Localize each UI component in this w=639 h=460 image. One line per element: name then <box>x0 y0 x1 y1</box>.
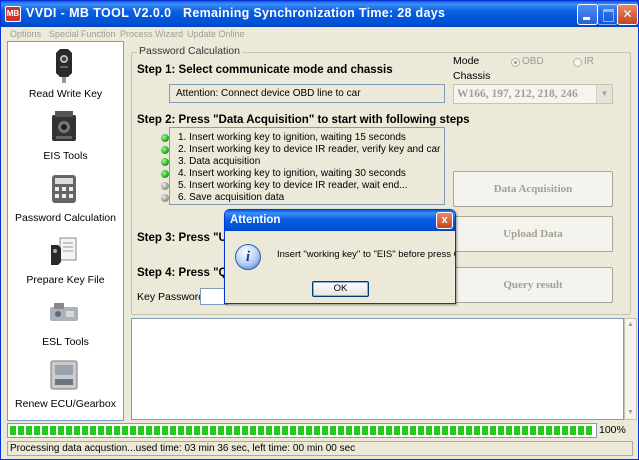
close-button[interactable]: ✕ <box>617 4 638 25</box>
chevron-down-icon: ▼ <box>596 85 612 103</box>
minimize-button[interactable] <box>577 4 598 25</box>
ecu-module-icon <box>50 360 78 390</box>
list-item: 2. Insert working key to device IR reade… <box>161 144 444 156</box>
sidebar-item-label: Prepare Key File <box>26 274 105 286</box>
step2-label: Step 2: Press "Data Acquisition" to star… <box>137 114 470 126</box>
steps-list: 1. Insert working key to ignition, waiti… <box>161 127 445 205</box>
log-textarea[interactable] <box>131 318 624 420</box>
sidebar: Read Write Key EIS Tools Password Calcul… <box>7 41 124 421</box>
dialog-close-button[interactable]: x <box>436 212 453 229</box>
menu-options[interactable]: Options <box>10 27 41 41</box>
mode-ir-label: IR <box>584 56 594 67</box>
eis-module-icon <box>52 111 76 141</box>
progress-percent: 100% <box>599 424 626 436</box>
sidebar-item-renew-ecu-gearbox[interactable]: Renew ECU/Gearbox <box>8 354 123 416</box>
step3-label: Step 3: Press "Up <box>137 232 234 244</box>
status-grey-icon <box>161 194 169 202</box>
app-icon: MB <box>5 6 21 22</box>
sidebar-item-esl-tools[interactable]: ESL Tools <box>8 292 123 354</box>
mode-obd-radio[interactable] <box>511 58 520 67</box>
close-icon: ✕ <box>622 7 633 21</box>
sidebar-item-password-calculation[interactable]: Password Calculation <box>8 168 123 230</box>
esl-lock-icon <box>50 303 78 321</box>
maximize-icon <box>598 5 617 24</box>
status-green-icon <box>161 170 169 178</box>
query-result-button[interactable]: Query result <box>453 267 613 303</box>
data-acquisition-button[interactable]: Data Acquisition <box>453 171 613 207</box>
minimize-icon <box>578 5 597 24</box>
progress-fill <box>10 426 594 435</box>
list-item: 5. Insert working key to device IR reade… <box>161 180 444 192</box>
ok-button[interactable]: OK <box>312 281 369 297</box>
sidebar-item-eis-tools[interactable]: EIS Tools <box>8 106 123 168</box>
step4-label: Step 4: Press "Qu <box>137 267 235 279</box>
chassis-label: Chassis <box>453 70 491 82</box>
calculator-icon <box>52 175 76 203</box>
sidebar-item-label: EIS Tools <box>43 150 88 162</box>
scroll-up-icon[interactable]: ▲ <box>625 319 636 331</box>
list-item: 6. Save acquisition data <box>161 192 444 204</box>
step1-label: Step 1: Select communicate mode and chas… <box>137 64 393 76</box>
sync-status: Remaining Synchronization Time: 28 days <box>183 6 446 20</box>
sidebar-item-prepare-key-file[interactable]: Prepare Key File <box>8 230 123 292</box>
sidebar-item-read-write-key[interactable]: Read Write Key <box>8 44 123 106</box>
status-green-icon <box>161 146 169 154</box>
dialog-message: Insert "working key" to "EIS" before pre… <box>277 249 456 260</box>
log-scrollbar[interactable]: ▲ ▼ <box>624 318 637 420</box>
progress-bar <box>7 423 597 438</box>
menu-special-function[interactable]: Special Function <box>49 27 116 41</box>
key-password-label: Key Password <box>137 291 205 303</box>
list-item: 4. Insert working key to ignition, waiti… <box>161 168 444 180</box>
mode-ir-radio[interactable] <box>573 58 582 67</box>
list-item: 1. Insert working key to ignition, waiti… <box>161 132 444 144</box>
menu-update-online[interactable]: Update Online <box>187 27 245 41</box>
chassis-select[interactable]: W166, 197, 212, 218, 246 ▼ <box>453 84 613 104</box>
car-key-icon <box>56 49 72 83</box>
main-window: MB VVDI - MB TOOL V2.0.0 Remaining Synch… <box>0 0 639 460</box>
menu-bar: Options Special Function Process Wizard … <box>1 27 638 41</box>
status-grey-icon <box>161 182 169 190</box>
menu-process-wizard[interactable]: Process Wizard <box>120 27 183 41</box>
status-green-icon <box>161 134 169 142</box>
sidebar-item-label: Password Calculation <box>15 212 116 224</box>
attention-dialog: Attention x i Insert "working key" to "E… <box>224 209 456 304</box>
list-item: 3. Data acquisition <box>161 156 444 168</box>
sidebar-item-label: Read Write Key <box>28 88 103 100</box>
dialog-title[interactable]: Attention <box>225 210 455 231</box>
status-green-icon <box>161 158 169 166</box>
scroll-down-icon[interactable]: ▼ <box>625 407 636 419</box>
attention-field: Attention: Connect device OBD line to ca… <box>169 84 445 103</box>
sidebar-item-label: ESL Tools <box>42 336 89 348</box>
group-title: Password Calculation <box>137 45 242 57</box>
sidebar-item-label: Renew ECU/Gearbox <box>15 398 116 410</box>
status-bar: Processing data acqustion...used time: 0… <box>7 441 633 456</box>
mode-label: Mode <box>453 55 480 67</box>
title-bar[interactable]: MB VVDI - MB TOOL V2.0.0 Remaining Synch… <box>1 1 638 27</box>
key-file-icon <box>51 237 77 265</box>
chassis-value: W166, 197, 212, 218, 246 <box>457 88 578 100</box>
info-icon: i <box>235 244 261 270</box>
maximize-button[interactable] <box>597 4 618 25</box>
window-title: VVDI - MB TOOL V2.0.0 <box>26 6 172 20</box>
upload-data-button[interactable]: Upload Data <box>453 216 613 252</box>
mode-obd-label: OBD <box>522 56 544 67</box>
